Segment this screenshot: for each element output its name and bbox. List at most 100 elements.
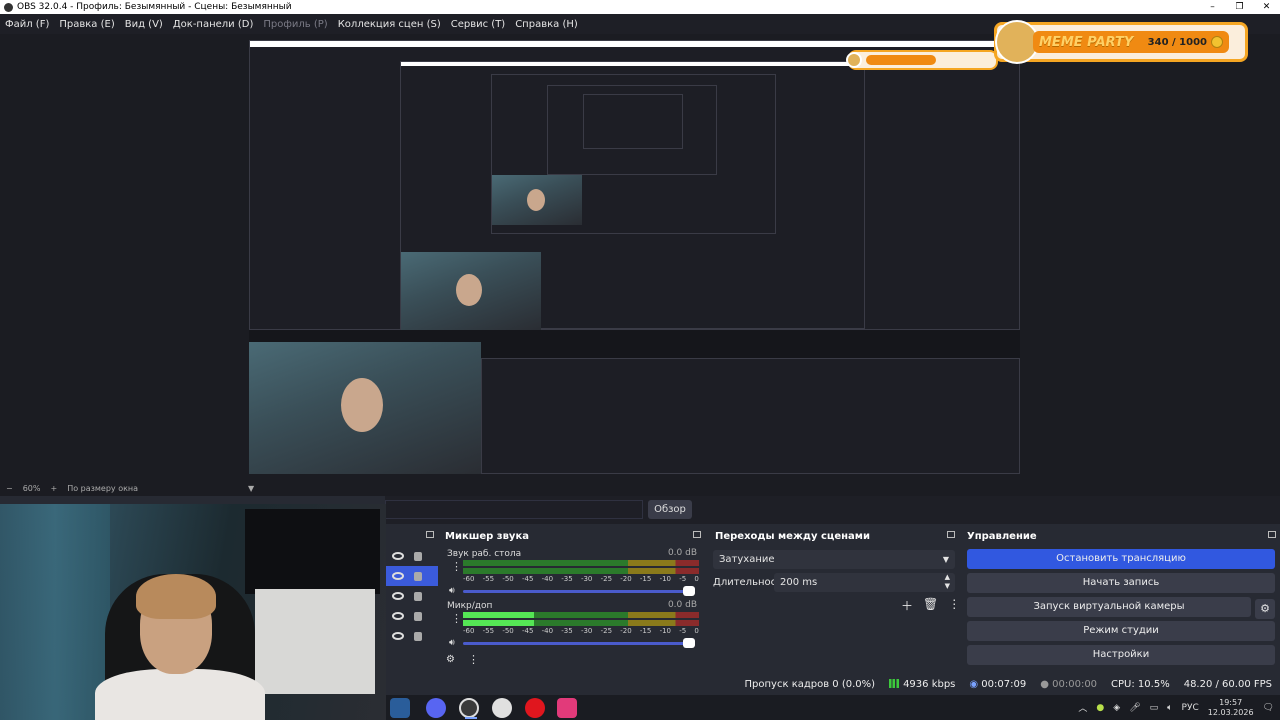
- eye-icon[interactable]: [392, 572, 404, 580]
- slider-handle[interactable]: [683, 638, 695, 648]
- stream-timer: ◉ 00:07:09: [969, 679, 1026, 690]
- advanced-audio-icon[interactable]: ⚙: [446, 654, 455, 665]
- controls-title: Управление: [967, 531, 1037, 542]
- spin-icon[interactable]: ▲ ▼: [945, 573, 950, 591]
- gear-icon[interactable]: ⚙: [1255, 599, 1275, 619]
- dock-float-icon[interactable]: [693, 531, 701, 538]
- transition-select[interactable]: Затухание ▼: [713, 550, 955, 569]
- menu-file[interactable]: Файл (F): [5, 19, 49, 30]
- volume-icon[interactable]: 🔈︎: [1167, 703, 1172, 713]
- eye-icon[interactable]: [392, 632, 404, 640]
- obs-icon[interactable]: [459, 698, 479, 719]
- eye-icon[interactable]: [392, 552, 404, 560]
- tray-chevron-icon[interactable]: ︿: [1078, 701, 1087, 714]
- slider-handle[interactable]: [683, 586, 695, 596]
- menu-docks[interactable]: Док-панели (D): [173, 19, 254, 30]
- volume-slider[interactable]: [463, 638, 695, 648]
- eye-icon[interactable]: [392, 612, 404, 620]
- scale-tick: -5: [679, 627, 687, 635]
- microphone-icon[interactable]: 🎤︎: [1129, 703, 1140, 713]
- source-row[interactable]: [386, 626, 438, 646]
- yandex-icon[interactable]: [492, 698, 512, 718]
- speaker-icon[interactable]: 🔊︎: [449, 638, 455, 648]
- more-vert-icon[interactable]: ⋮: [468, 653, 479, 666]
- studio-mode-button[interactable]: Режим студии: [967, 621, 1275, 641]
- meme-progress-bar: MEME PARTY 340 / 1000: [1033, 31, 1229, 53]
- tray-shield-icon[interactable]: ◈: [1113, 703, 1120, 713]
- menu-tools[interactable]: Сервис (T): [451, 19, 505, 30]
- nested-webcam-small: [492, 175, 582, 225]
- duration-input[interactable]: 200 ms ▲ ▼: [774, 573, 955, 592]
- add-icon[interactable]: ＋: [901, 597, 913, 614]
- scale-tick: -35: [561, 575, 573, 583]
- dock-float-icon[interactable]: [426, 531, 434, 538]
- zoom-value: 60%: [22, 483, 41, 493]
- dock-float-icon[interactable]: [947, 531, 955, 538]
- zoom-in-button[interactable]: +: [50, 484, 57, 493]
- volume-slider[interactable]: [463, 586, 695, 596]
- tray-app-icon[interactable]: ●: [1096, 703, 1104, 713]
- lock-icon[interactable]: [414, 591, 422, 601]
- clock[interactable]: 19:57 12.03.2026: [1208, 698, 1254, 718]
- scale-tick: -15: [639, 575, 652, 583]
- nested-preview-1: [249, 40, 1020, 330]
- app-icon[interactable]: [557, 698, 577, 718]
- scale-tick: -45: [521, 627, 534, 635]
- volume-row: 🔊︎: [447, 586, 701, 596]
- record-icon: ●: [1040, 678, 1053, 690]
- menu-view[interactable]: Вид (V): [125, 19, 163, 30]
- lock-icon[interactable]: [414, 571, 422, 581]
- lock-icon[interactable]: [414, 611, 422, 621]
- more-vert-icon[interactable]: ⋮: [451, 560, 462, 573]
- controls-dock: Управление Остановить трансляцию Начать …: [963, 528, 1280, 673]
- chevron-down-icon[interactable]: ▼: [248, 484, 254, 493]
- scale-tick: -35: [561, 627, 573, 635]
- trash-icon[interactable]: 🗑︎: [923, 597, 938, 614]
- eye-icon[interactable]: [392, 592, 404, 600]
- maximize-button[interactable]: ❐: [1226, 0, 1253, 14]
- zoom-mode[interactable]: По размеру окна: [67, 484, 138, 493]
- preview-canvas[interactable]: [249, 40, 1020, 474]
- nested-webcam-medium: [401, 252, 541, 330]
- broadcast-icon: ◉: [969, 678, 982, 690]
- browse-button[interactable]: Обзор: [648, 500, 692, 519]
- start-recording-button[interactable]: Начать запись: [967, 573, 1275, 593]
- status-bar: Пропуск кадров 0 (0.0%) 4936 kbps ◉ 00:0…: [386, 673, 1280, 695]
- scale-tick: -10: [659, 575, 671, 583]
- scale-tick: -40: [541, 627, 554, 635]
- opera-icon[interactable]: [525, 698, 545, 718]
- minimize-button[interactable]: –: [1199, 0, 1226, 14]
- source-row[interactable]: [386, 606, 438, 626]
- transition-selected: Затухание: [719, 554, 775, 565]
- scale-tick: -55: [482, 575, 495, 583]
- scale-tick: -40: [541, 575, 554, 583]
- window-title: OBS 32.0.4 - Профиль: Безымянный - Сцены…: [17, 2, 292, 12]
- more-vert-icon[interactable]: ⋮: [451, 612, 462, 625]
- language-indicator[interactable]: РУС: [1182, 703, 1199, 713]
- steam-icon[interactable]: [390, 698, 410, 718]
- fps-indicator: 48.20 / 60.00 FPS: [1183, 678, 1272, 690]
- lock-icon[interactable]: [414, 631, 422, 641]
- menu-help[interactable]: Справка (H): [515, 19, 578, 30]
- source-row-selected[interactable]: [386, 566, 438, 586]
- zoom-out-button[interactable]: −: [6, 484, 13, 493]
- source-row[interactable]: [386, 546, 438, 566]
- track-name: Звук раб. стола: [447, 549, 522, 559]
- speaker-icon[interactable]: 🔊︎: [449, 586, 455, 596]
- stop-stream-button[interactable]: Остановить трансляцию: [967, 549, 1275, 569]
- settings-button[interactable]: Настройки: [967, 645, 1275, 665]
- menu-edit[interactable]: Правка (E): [59, 19, 114, 30]
- start-virtual-camera-button[interactable]: Запуск виртуальной камеры: [967, 597, 1251, 617]
- menu-scene-collection[interactable]: Коллекция сцен (S): [338, 19, 441, 30]
- notifications-icon[interactable]: 🗨︎: [1263, 703, 1274, 713]
- source-row[interactable]: [386, 586, 438, 606]
- more-vert-icon[interactable]: ⋮: [948, 597, 960, 614]
- dock-float-icon[interactable]: [1268, 531, 1276, 538]
- close-button[interactable]: ✕: [1253, 0, 1280, 14]
- network-icon[interactable]: ▭: [1150, 703, 1159, 713]
- nested-preview-2: [400, 61, 865, 330]
- level-meter: [463, 568, 699, 574]
- lock-icon[interactable]: [414, 551, 422, 561]
- preview-area[interactable]: MEME PARTY 340 / 1000: [0, 20, 1280, 480]
- discord-icon[interactable]: [426, 698, 446, 718]
